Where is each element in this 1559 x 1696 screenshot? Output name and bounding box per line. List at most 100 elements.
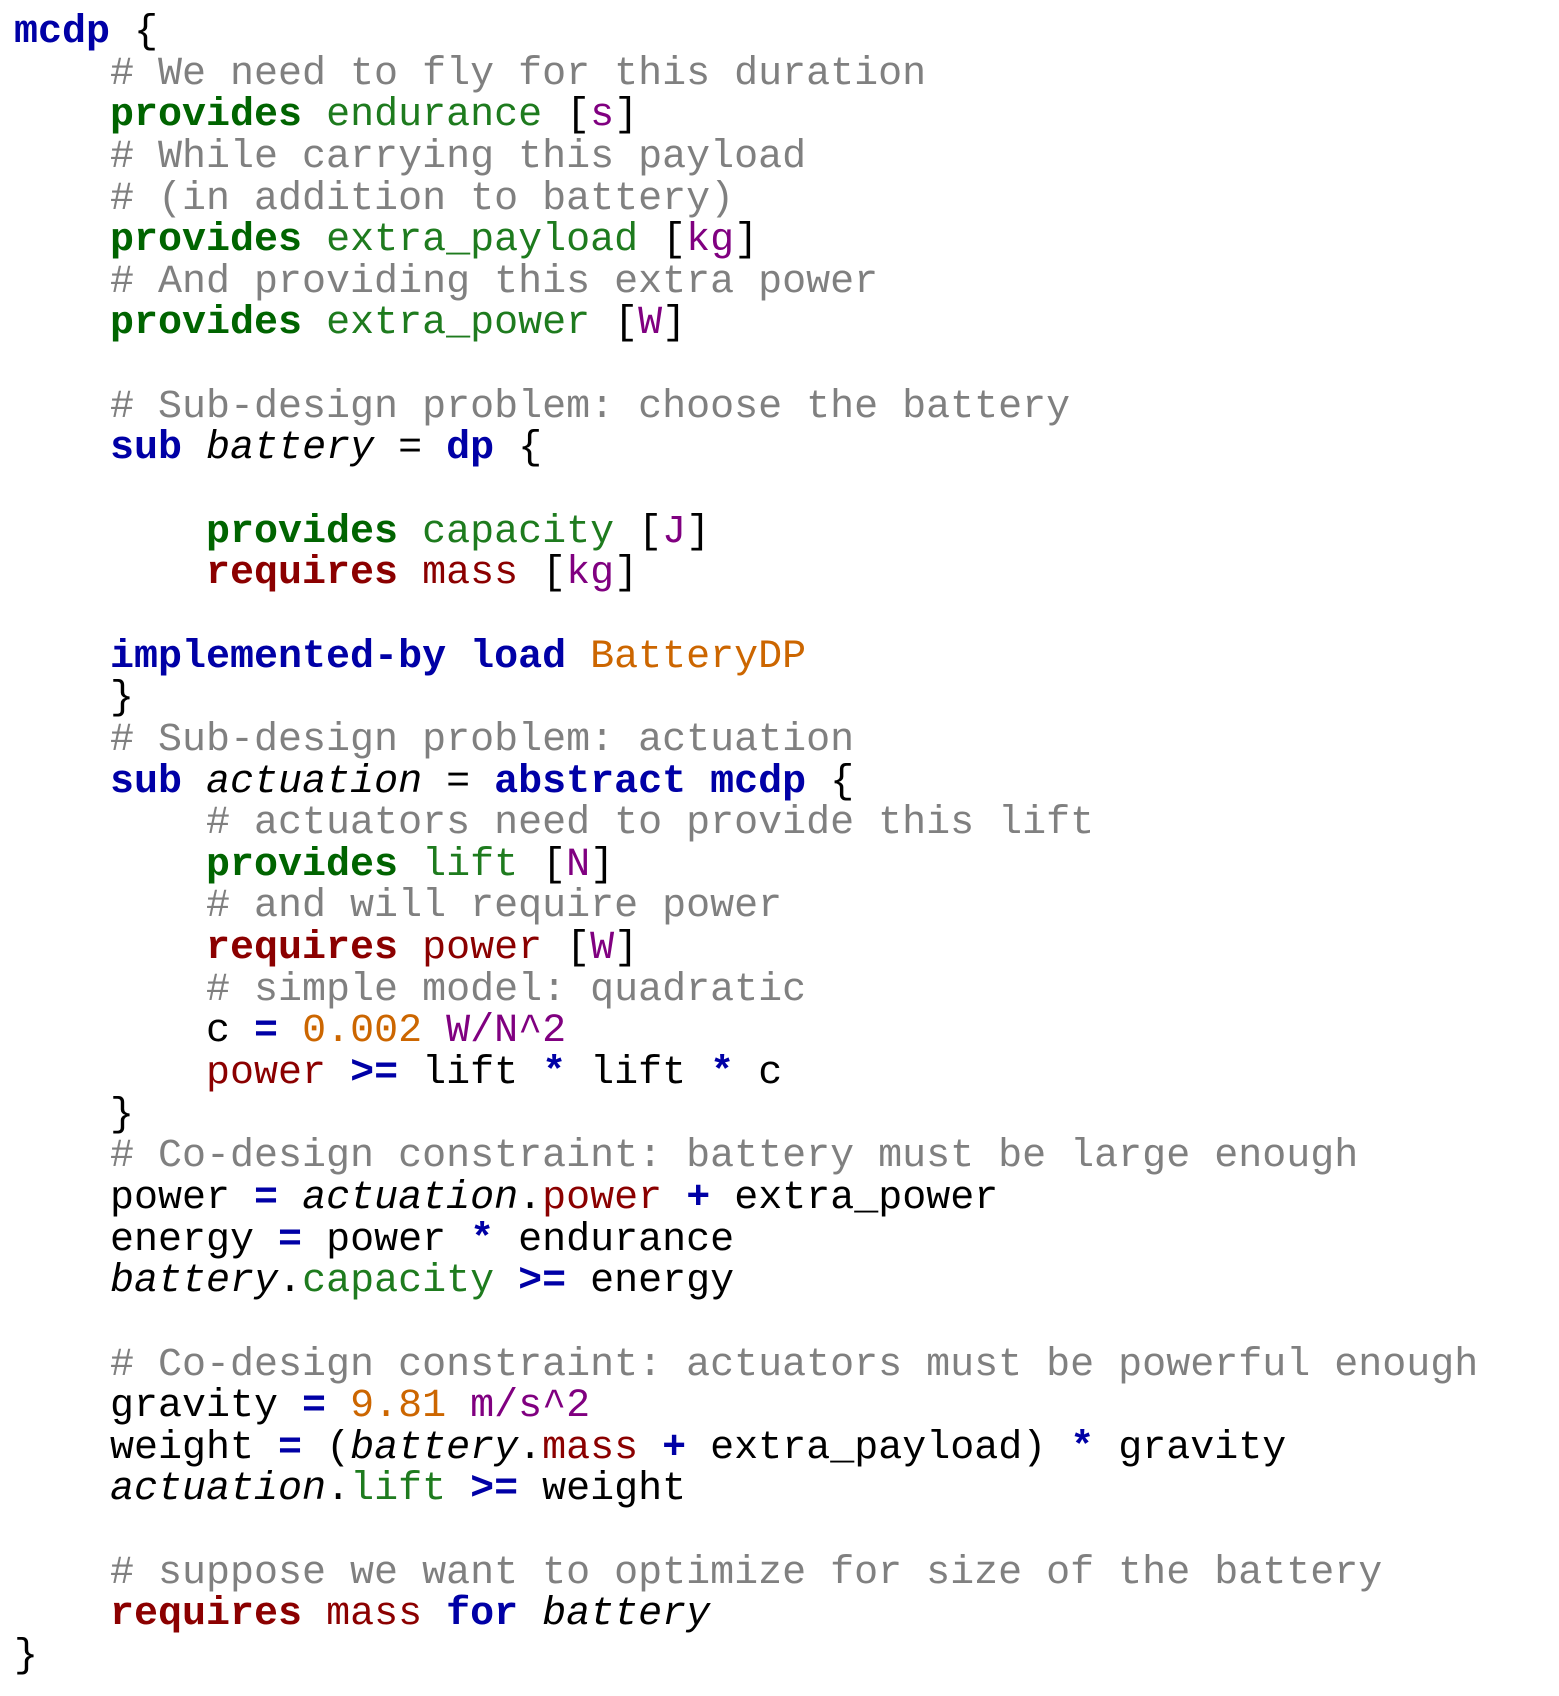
code-line: battery.capacity >= energy <box>14 1261 1478 1303</box>
code-text: ] <box>590 842 615 888</box>
comment: # Sub-design problem: actuation <box>110 717 855 763</box>
comment: # Co-design constraint: actuators must b… <box>110 1342 1479 1388</box>
operator: = <box>302 1384 327 1430</box>
comment: # Co-design constraint: battery must be … <box>110 1134 1359 1180</box>
resource-name: mass <box>326 1592 423 1638</box>
code-text: . <box>278 1259 303 1305</box>
comment: # simple model: quadratic <box>206 967 807 1013</box>
code-text: [ <box>614 509 663 555</box>
keyword: sub <box>110 426 183 472</box>
code-line: ​ <box>14 345 1478 387</box>
code-text: energy <box>566 1259 735 1305</box>
keyword-requires: requires <box>206 551 399 597</box>
code-text: c <box>14 1009 255 1055</box>
code-text: gravity <box>1094 1425 1287 1471</box>
operator: = <box>254 1175 279 1221</box>
functionality-name: extra_power <box>326 301 591 347</box>
code-text: . <box>326 1467 351 1513</box>
code-text: power <box>302 1217 471 1263</box>
resource-name: mass <box>542 1425 639 1471</box>
code-text: } <box>14 1633 39 1679</box>
unit: W/N^2 <box>446 1009 567 1055</box>
code-line: energy = power * endurance <box>14 1217 1478 1263</box>
code-text: { <box>494 426 543 472</box>
comment: # While carrying this payload <box>110 134 807 180</box>
code-line: sub battery = dp { <box>14 428 1478 470</box>
code-line: # Sub-design problem: choose the battery <box>14 385 1478 430</box>
subproblem-name: actuation <box>206 759 423 805</box>
code-text: ] <box>614 551 639 597</box>
code-text: c <box>734 1051 783 1097</box>
operator: = <box>278 1425 303 1471</box>
code-line: ​ <box>14 1303 1478 1345</box>
code-line: # Co-design constraint: actuators must b… <box>14 1342 1479 1388</box>
subproblem-name: actuation <box>302 1175 519 1221</box>
code-line: } <box>14 1094 1478 1137</box>
code-line: # actuators need to provide this lift <box>14 803 1478 845</box>
operator: * <box>470 1217 495 1263</box>
unit: s <box>590 93 615 139</box>
code-text: weight <box>14 1425 279 1471</box>
unit: J <box>662 509 687 555</box>
code-text: power <box>14 1175 255 1221</box>
functionality-name: capacity <box>302 1259 495 1305</box>
literal: BatteryDP <box>590 634 807 680</box>
code-line: ​ <box>14 595 1478 637</box>
code-text: [ <box>638 218 687 264</box>
operator: = <box>254 1009 279 1055</box>
code-text: lift <box>566 1051 711 1097</box>
code-text: endurance <box>494 1217 735 1263</box>
resource-name: power <box>422 926 543 972</box>
code-text: } <box>14 676 135 722</box>
operator: * <box>710 1051 735 1097</box>
code-line: requires mass [kg] <box>14 553 1478 595</box>
code-line: } <box>14 678 1478 720</box>
code-text: { <box>806 759 855 805</box>
code-text: [ <box>518 551 567 597</box>
code-line: provides extra_power [W] <box>14 303 1478 345</box>
unit: kg <box>686 218 735 264</box>
comment: # (in addition to battery) <box>110 176 735 222</box>
keyword: mcdp <box>710 759 807 805</box>
keyword-provides: provides <box>110 93 303 139</box>
code-line: provides lift [N] <box>14 842 1478 888</box>
keyword: sub <box>110 759 183 805</box>
code-text: [ <box>542 926 591 972</box>
operator: + <box>662 1425 687 1471</box>
operator: >= <box>350 1051 399 1097</box>
code-text: extra_payload) <box>686 1425 1071 1471</box>
code-text: gravity <box>14 1384 303 1430</box>
code-text: = <box>374 426 447 472</box>
code-line: power = actuation.power + extra_power <box>14 1178 1478 1220</box>
code-line: # (in addition to battery) <box>14 176 1478 222</box>
keyword-provides: provides <box>206 842 399 888</box>
code-line: requires mass for battery <box>14 1594 1478 1636</box>
functionality-name: capacity <box>422 509 615 555</box>
subproblem-name: actuation <box>110 1467 327 1513</box>
code-line: gravity = 9.81 m/s^2 <box>14 1386 1478 1428</box>
functionality-name: endurance <box>326 93 543 139</box>
code-text: ] <box>614 926 639 972</box>
